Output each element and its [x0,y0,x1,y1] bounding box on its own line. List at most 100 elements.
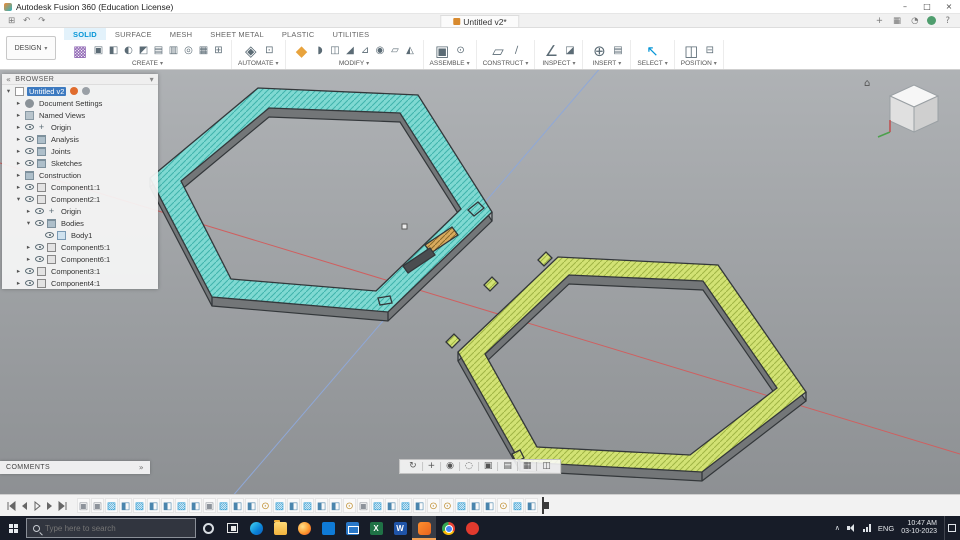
visibility-eye-icon[interactable] [25,280,34,286]
timeline-feature-icon[interactable]: ◧ [385,498,398,513]
browser-item-bodies[interactable]: ▾Bodies [2,217,158,229]
add-document-icon[interactable]: + [872,16,887,26]
capture-position-icon[interactable]: ◫ [681,42,701,60]
undo-icon[interactable]: ↶ [19,16,34,26]
word-taskbar-button[interactable] [388,516,412,540]
collapse-panel-icon[interactable]: « [6,75,11,84]
volume-icon[interactable] [847,524,856,532]
browser-item-component2-1[interactable]: ▾Component2:1 [2,193,158,205]
minimize-button[interactable]: – [894,0,916,13]
toolbar-group-label-select[interactable]: SELECT [637,60,662,67]
timeline-component-icon[interactable]: ▣ [91,498,104,513]
create-form-icon[interactable]: ▩ [70,42,90,60]
measure-icon[interactable]: ∠ [541,42,561,60]
timeline-go-to-start-button[interactable] [4,499,17,513]
timeline-sketch-icon[interactable]: ▨ [371,498,384,513]
browser-item-origin[interactable]: ▸Origin [2,205,158,217]
home-view-icon[interactable]: ⌂ [864,78,870,89]
toolbar-group-label-inspect[interactable]: INSPECT [542,60,570,67]
timeline-sketch-icon[interactable]: ▨ [301,498,314,513]
expand-caret-icon[interactable]: ▸ [15,99,22,107]
joint-icon[interactable]: ⊙ [454,44,467,58]
timeline-joint-icon[interactable]: ⊙ [497,498,510,513]
assemble-component-icon[interactable]: ▣ [432,42,452,60]
document-tab[interactable]: Untitled v2* [440,15,519,27]
browser-item-analysis[interactable]: ▸Analysis [2,133,158,145]
timeline-feature-icon[interactable]: ◧ [231,498,244,513]
timeline-component-icon[interactable]: ▣ [77,498,90,513]
toolbar-group-label-assemble[interactable]: ASSEMBLE [430,60,465,67]
visibility-eye-icon[interactable] [35,220,44,226]
look-at-icon[interactable]: ◉ [444,459,456,474]
timeline-joint-icon[interactable]: ⊙ [343,498,356,513]
expand-caret-icon[interactable]: ▸ [15,123,22,131]
browser-item-component3-1[interactable]: ▸Component3:1 [2,265,158,277]
extensions-icon[interactable]: ▦ [889,16,905,26]
display-settings-icon[interactable]: ▤ [501,459,514,474]
action-center-button[interactable] [944,516,958,540]
toolbar-group-label-construct[interactable]: CONSTRUCT [483,60,524,67]
toolbar-group-label-insert[interactable]: INSERT [593,60,617,67]
timeline-joint-icon[interactable]: ⊙ [441,498,454,513]
tab-surface[interactable]: SURFACE [106,28,161,40]
taskbar-search[interactable] [26,518,196,538]
panel-menu-icon[interactable]: ▾ [150,75,154,84]
excel-taskbar-button[interactable] [364,516,388,540]
tab-sheet-metal[interactable]: SHEET METAL [201,28,273,40]
new-component-icon[interactable]: ▣ [92,44,105,58]
expand-caret-icon[interactable]: ▸ [25,255,32,263]
browser-item-untitled-v2[interactable]: ▾Untitled v2 [2,85,158,97]
browser-item-origin[interactable]: ▸Origin [2,121,158,133]
browser-item-component1-1[interactable]: ▸Component1:1 [2,181,158,193]
press-pull-icon[interactable]: ◆ [292,42,312,60]
browser-item-sketches[interactable]: ▸Sketches [2,157,158,169]
timeline-feature-icon[interactable]: ◧ [483,498,496,513]
visibility-eye-icon[interactable] [35,256,44,262]
hex-part-cyan[interactable] [150,88,492,321]
job-status-icon[interactable]: ◔ [907,16,922,26]
workspace-dropdown[interactable]: DESIGN ▾ [6,36,56,60]
timeline-feature-icon[interactable]: ◧ [413,498,426,513]
visibility-eye-icon[interactable] [45,232,54,238]
combine-icon[interactable]: ◉ [374,44,387,58]
close-button[interactable]: × [938,0,960,13]
toolbar-group-label-position[interactable]: POSITION [681,60,712,67]
language-indicator[interactable]: ENG [878,524,894,533]
timeline-sketch-icon[interactable]: ▨ [175,498,188,513]
visibility-eye-icon[interactable] [35,208,44,214]
decal-icon[interactable]: ▤ [611,44,624,58]
toolbar-group-label-modify[interactable]: MODIFY [339,60,364,67]
redo-icon[interactable]: ↷ [34,16,49,26]
timeline-step-forward-button[interactable] [43,499,56,513]
automate-script-icon[interactable]: ◈ [241,42,261,60]
timeline-feature-icon[interactable]: ◧ [525,498,538,513]
data-panel-icon[interactable]: ⊞ [4,16,19,26]
browser-item-body1[interactable]: Body1 [2,229,158,241]
timeline-component-icon[interactable]: ▣ [357,498,370,513]
pan-icon[interactable]: + [426,459,438,474]
tab-mesh[interactable]: MESH [161,28,201,40]
shell-icon[interactable]: ◫ [329,44,342,58]
expand-caret-icon[interactable]: ▸ [15,147,22,155]
timeline-play-button[interactable] [30,499,43,513]
browser-header[interactable]: « BROWSER ▾ [2,74,158,85]
timeline-feature-icon[interactable]: ◧ [287,498,300,513]
firefox-taskbar-button[interactable] [292,516,316,540]
timeline-joint-icon[interactable]: ⊙ [427,498,440,513]
draft-icon[interactable]: ◢ [344,44,357,58]
timeline-feature-icon[interactable]: ◧ [469,498,482,513]
expand-caret-icon[interactable]: ▸ [15,135,22,143]
expand-caret-icon[interactable]: ▸ [15,183,22,191]
grid-settings-icon[interactable]: ▦ [521,459,534,474]
timeline-sketch-icon[interactable]: ▨ [217,498,230,513]
timeline-component-icon[interactable]: ▣ [203,498,216,513]
pattern-icon[interactable]: ⊞ [212,44,225,58]
toolbar-group-label-create[interactable]: CREATE [132,60,158,67]
tab-solid[interactable]: SOLID [64,28,106,40]
viewport[interactable]: ⌂ « BROWSER ▾ ▾Untitled v2▸Document Sett… [0,70,960,494]
hole-icon[interactable]: ◎ [182,44,195,58]
browser-item-component5-1[interactable]: ▸Component5:1 [2,241,158,253]
loft-icon[interactable]: ▤ [152,44,165,58]
comments-panel[interactable]: COMMENTS » [0,461,150,474]
construction-plane-icon[interactable]: ▱ [488,42,508,60]
